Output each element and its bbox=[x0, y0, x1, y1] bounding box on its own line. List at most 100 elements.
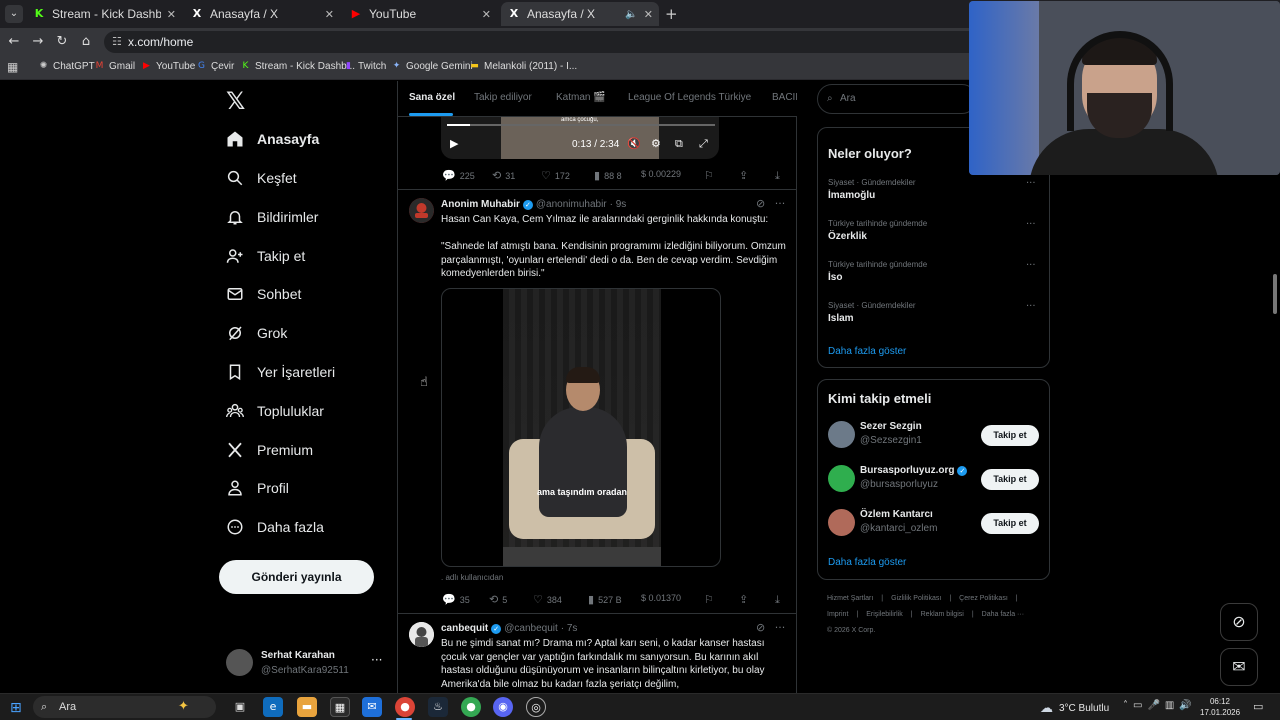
video-progress-bar[interactable] bbox=[447, 124, 715, 126]
more-options-icon[interactable]: ··· bbox=[1026, 178, 1036, 189]
video-player[interactable]: amca çocuğu, ▶ 0:13 / 2:34 🔇 ⚙ ⧉ ⤢ bbox=[441, 117, 719, 159]
file-explorer-icon[interactable]: ▬ bbox=[297, 697, 317, 717]
follow-button[interactable]: Takip et bbox=[981, 425, 1039, 446]
weather-widget[interactable]: ☁ 3°C Bulutlu bbox=[1040, 701, 1109, 716]
tab-search-button[interactable]: ⌄ bbox=[5, 5, 23, 23]
address-bar[interactable]: ☷ x.com/home bbox=[104, 31, 984, 53]
reply-button[interactable]: 💬 35 bbox=[442, 593, 470, 606]
steam-icon[interactable]: ♨ bbox=[428, 697, 448, 717]
tab-league-of-legends[interactable]: League Of Legends Türkiye bbox=[628, 92, 751, 103]
more-options-icon[interactable]: ··· bbox=[775, 621, 786, 634]
nav-bookmarks[interactable]: Yer İşaretleri bbox=[226, 360, 335, 384]
fullscreen-icon[interactable]: ⤢ bbox=[699, 137, 708, 151]
follow-suggestion[interactable]: Sezer Sezgin @Sezsezgin1 Takip et bbox=[828, 420, 1040, 450]
tab-following[interactable]: Takip ediliyor bbox=[474, 92, 532, 103]
edge-icon[interactable]: e bbox=[263, 697, 283, 717]
author-handle[interactable]: @anonimuhabir bbox=[536, 199, 607, 210]
nav-communities[interactable]: Topluluklar bbox=[226, 399, 324, 423]
follow-button[interactable]: Takip et bbox=[981, 469, 1039, 490]
author-handle[interactable]: @canbequit bbox=[504, 623, 558, 634]
messages-fab-icon[interactable]: ✉ bbox=[1220, 648, 1258, 686]
reply-button[interactable]: 💬 225 bbox=[442, 169, 475, 182]
repost-button[interactable]: ⟲ 5 bbox=[489, 593, 507, 606]
trend-item[interactable]: Islam bbox=[828, 313, 854, 324]
follow-suggestion[interactable]: Özlem Kantarcı @kantarci_ozlem Takip et bbox=[828, 508, 1040, 538]
grok-icon[interactable]: ⊘ bbox=[756, 197, 765, 210]
more-options-icon[interactable]: ··· bbox=[1026, 301, 1036, 312]
bookmark-chatgpt[interactable]: ✺ ChatGPT bbox=[38, 61, 95, 72]
footer-link-imprint[interactable]: Imprint bbox=[827, 611, 848, 618]
follow-suggestion[interactable]: Bursasporluyuz.org ✓ @bursasporluyuz Taki… bbox=[828, 464, 1040, 494]
apps-grid-icon[interactable]: ▦ bbox=[7, 60, 18, 74]
pip-icon[interactable]: ⧉ bbox=[675, 137, 683, 151]
mail-icon[interactable]: ✉ bbox=[362, 697, 382, 717]
grok-fab-icon[interactable]: ⊘ bbox=[1220, 603, 1258, 641]
discord-icon[interactable]: ◉ bbox=[493, 697, 513, 717]
post-time[interactable]: · 9s bbox=[610, 199, 627, 210]
store-icon[interactable]: ▦ bbox=[330, 697, 350, 717]
tip-button[interactable]: $ 0.00229 bbox=[641, 169, 681, 179]
footer-link-more[interactable]: Daha fazla ··· bbox=[982, 611, 1024, 618]
chrome-profile-icon[interactable]: ● bbox=[461, 697, 481, 717]
reload-icon[interactable]: ↻ bbox=[53, 33, 71, 51]
bookmark-kick[interactable]: K Stream - Kick Dashb... bbox=[240, 61, 355, 72]
speaker-icon[interactable]: 🔈 bbox=[625, 9, 637, 20]
bookmark-twitch[interactable]: ▮ Twitch bbox=[343, 61, 386, 72]
author-name[interactable]: canbequit bbox=[441, 623, 488, 634]
settings-icon[interactable]: ⚙ bbox=[651, 137, 661, 150]
new-tab-icon[interactable]: + bbox=[665, 5, 678, 23]
browser-tab-youtube[interactable]: ▶ YouTube ✕ bbox=[343, 2, 497, 26]
bookmark-button[interactable]: ⚐ bbox=[704, 593, 718, 606]
share-button[interactable]: ⇪ bbox=[739, 593, 752, 606]
more-options-icon[interactable]: ··· bbox=[775, 197, 786, 210]
account-switcher[interactable]: Serhat Karahan @SerhatKara92511 ··· bbox=[226, 649, 386, 683]
download-button[interactable]: ⤓ bbox=[775, 169, 784, 183]
site-info-icon[interactable]: ☷ bbox=[112, 31, 122, 53]
battery-icon[interactable]: ▭ bbox=[1133, 700, 1147, 711]
bookmark-youtube[interactable]: ▶ YouTube bbox=[141, 61, 195, 72]
network-icon[interactable]: ▥ bbox=[1165, 700, 1179, 711]
back-icon[interactable]: ← bbox=[5, 33, 23, 51]
bookmark-imdb[interactable]: ▬ Melankoli (2011) - I... bbox=[469, 61, 577, 72]
taskbar-search[interactable]: ⌕ Ara ✦ bbox=[33, 696, 216, 718]
home-icon[interactable]: ⌂ bbox=[77, 33, 95, 51]
footer-link-ads[interactable]: Reklam bilgisi bbox=[921, 611, 964, 618]
task-view-icon[interactable]: ▣ bbox=[230, 697, 250, 717]
nav-home[interactable]: Anasayfa bbox=[226, 127, 319, 151]
nav-premium[interactable]: Premium bbox=[226, 438, 313, 462]
footer-link-terms[interactable]: Hizmet Şartları bbox=[827, 595, 873, 602]
tab-katman[interactable]: Katman 🎬 bbox=[556, 92, 606, 103]
trend-item[interactable]: İso bbox=[828, 272, 842, 283]
scrollbar-thumb[interactable] bbox=[1273, 274, 1277, 314]
author-name[interactable]: Anonim Muhabir bbox=[441, 199, 520, 210]
share-button[interactable]: ⇪ bbox=[739, 169, 752, 182]
bookmark-gmail[interactable]: M Gmail bbox=[94, 61, 136, 72]
nav-explore[interactable]: Keşfet bbox=[226, 166, 297, 190]
windows-start-icon[interactable]: ⊞ bbox=[10, 700, 22, 716]
nav-notifications[interactable]: Bildirimler bbox=[226, 205, 318, 229]
more-options-icon[interactable]: ··· bbox=[371, 653, 382, 667]
browser-tab-x-active[interactable]: X Anasayfa / X 🔈 ✕ bbox=[501, 2, 659, 26]
grok-icon[interactable]: ⊘ bbox=[756, 621, 765, 634]
clock[interactable]: 06:12 17.01.2026 bbox=[1200, 696, 1240, 718]
footer-link-privacy[interactable]: Gizlilik Politikası bbox=[891, 595, 941, 602]
tip-button[interactable]: $ 0.01370 bbox=[641, 593, 681, 603]
chrome-icon[interactable]: ● bbox=[395, 697, 415, 717]
forward-icon[interactable]: → bbox=[29, 33, 47, 51]
x-logo-icon[interactable]: 𝕏 bbox=[226, 87, 245, 115]
bookmark-translate[interactable]: G Çevir bbox=[196, 61, 234, 72]
notification-icon[interactable]: ▭ bbox=[1253, 700, 1263, 713]
nav-chat[interactable]: Sohbet bbox=[226, 282, 301, 306]
search-input[interactable]: ⌕ Ara bbox=[817, 84, 977, 114]
trend-item[interactable]: İmamoğlu bbox=[828, 190, 875, 201]
mute-icon[interactable]: 🔇 bbox=[627, 137, 641, 150]
nav-profile[interactable]: Profil bbox=[226, 476, 289, 500]
tab-bacil[interactable]: BACIL bbox=[772, 92, 797, 103]
like-button[interactable]: ♡ 384 bbox=[533, 593, 562, 606]
chevron-up-icon[interactable]: ˄ bbox=[1123, 700, 1133, 711]
close-icon[interactable]: ✕ bbox=[325, 8, 334, 21]
more-options-icon[interactable]: ··· bbox=[1026, 219, 1036, 230]
avatar[interactable] bbox=[409, 198, 434, 223]
nav-more[interactable]: Daha fazla bbox=[226, 515, 324, 539]
bookmark-gemini[interactable]: ✦ Google Gemini bbox=[391, 61, 473, 72]
